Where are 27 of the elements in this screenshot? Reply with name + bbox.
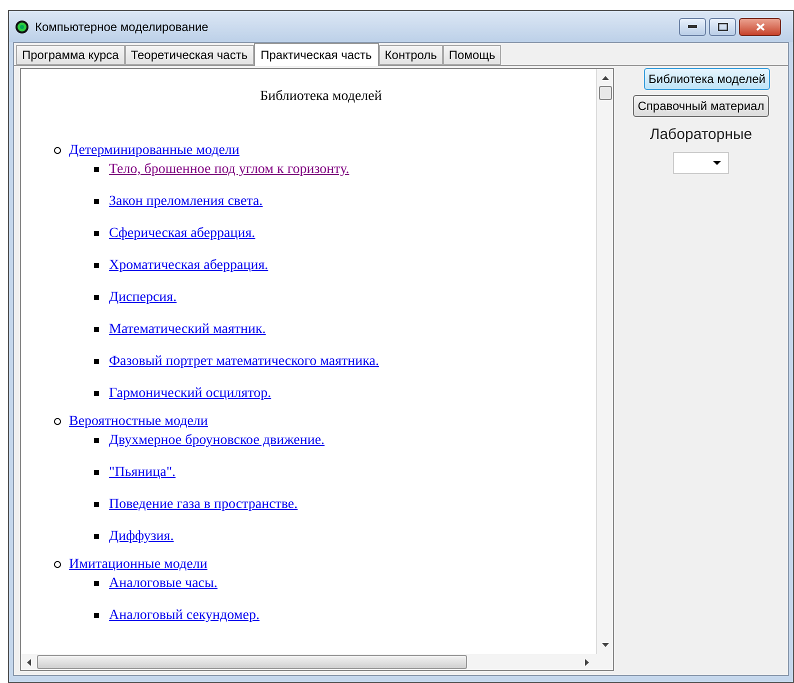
tab[interactable]: Контроль <box>378 45 443 65</box>
model-link[interactable]: Диффузия. <box>109 527 174 546</box>
tab[interactable]: Помощь <box>442 45 502 65</box>
category-link[interactable]: Вероятностные модели <box>69 412 208 431</box>
model-link[interactable]: Фазовый портрет математического маятника. <box>109 352 379 371</box>
model-link[interactable]: Сферическая аберрация. <box>109 224 256 243</box>
category-link[interactable]: Детерминированные модели <box>69 141 240 160</box>
category-link[interactable]: Имитационные модели <box>69 555 208 574</box>
model-link[interactable]: Аналоговые часы. <box>109 574 218 593</box>
model-link[interactable]: Гармонический осцилятор. <box>109 384 272 403</box>
tab[interactable]: Программа курса <box>16 45 125 65</box>
model-link[interactable]: Тело, брошенное под углом к горизонту. <box>109 160 350 179</box>
model-link[interactable]: Закон преломления света. <box>109 192 263 211</box>
model-link[interactable]: Хроматическая аберрация. <box>109 256 268 275</box>
panel-button[interactable]: Справочный материал <box>632 95 770 117</box>
model-link[interactable]: Поведение газа в пространстве. <box>109 495 298 514</box>
model-link[interactable]: Двухмерное броуновское движение. <box>109 431 325 450</box>
model-link[interactable]: "Пьяница". <box>109 463 176 482</box>
panel-button[interactable]: Библиотека моделей <box>644 68 770 90</box>
section-label: Лабораторные <box>650 125 752 145</box>
model-link[interactable]: Дисперсия. <box>109 288 177 307</box>
window-title: Компьютерное моделирование <box>35 18 208 36</box>
tab[interactable]: Практическая часть <box>254 43 379 66</box>
model-link[interactable]: Математический маятник. <box>109 320 266 339</box>
tab[interactable]: Теоретическая часть <box>124 45 254 65</box>
model-link[interactable]: Аналоговый секундомер. <box>109 606 260 625</box>
document-heading: Библиотека моделей <box>260 89 382 104</box>
